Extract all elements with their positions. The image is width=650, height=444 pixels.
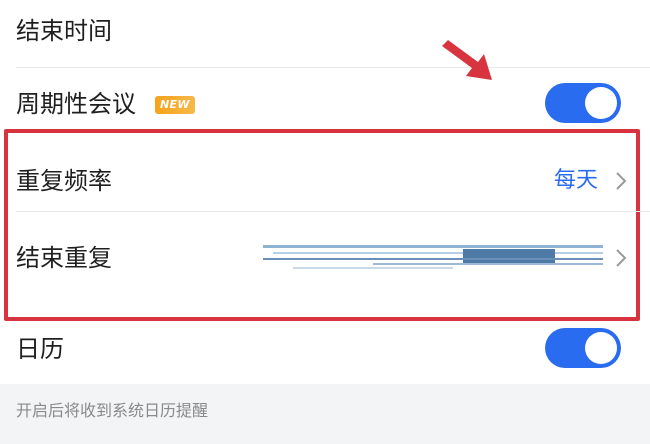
divider <box>16 211 650 212</box>
redacted-value <box>263 245 603 269</box>
calendar-hint-text: 开启后将收到系统日历提醒 <box>16 401 209 420</box>
red-arrow-icon <box>442 40 492 80</box>
end-repeat-label: 结束重复 <box>16 244 112 272</box>
divider <box>16 67 650 68</box>
repeat-frequency-value: 每天 <box>553 168 598 193</box>
new-badge: NEW <box>155 96 195 114</box>
chevron-right-icon <box>616 249 627 267</box>
toggle-knob <box>585 87 617 119</box>
recurring-meeting-toggle[interactable] <box>545 83 621 123</box>
end-time-label: 结束时间 <box>16 17 112 45</box>
calendar-toggle[interactable] <box>545 328 621 368</box>
end-time-row[interactable]: 结束时间 <box>0 0 650 68</box>
end-repeat-row[interactable]: 结束重复 <box>0 221 650 283</box>
repeat-frequency-label: 重复频率 <box>16 167 112 195</box>
hint-area: 开启后将收到系统日历提醒 <box>0 384 650 444</box>
toggle-knob <box>585 332 617 364</box>
calendar-label: 日历 <box>16 335 64 363</box>
repeat-frequency-row[interactable]: 重复频率 每天 <box>0 150 650 212</box>
recurring-meeting-label: 周期性会议 <box>16 90 136 118</box>
chevron-right-icon <box>616 172 627 190</box>
